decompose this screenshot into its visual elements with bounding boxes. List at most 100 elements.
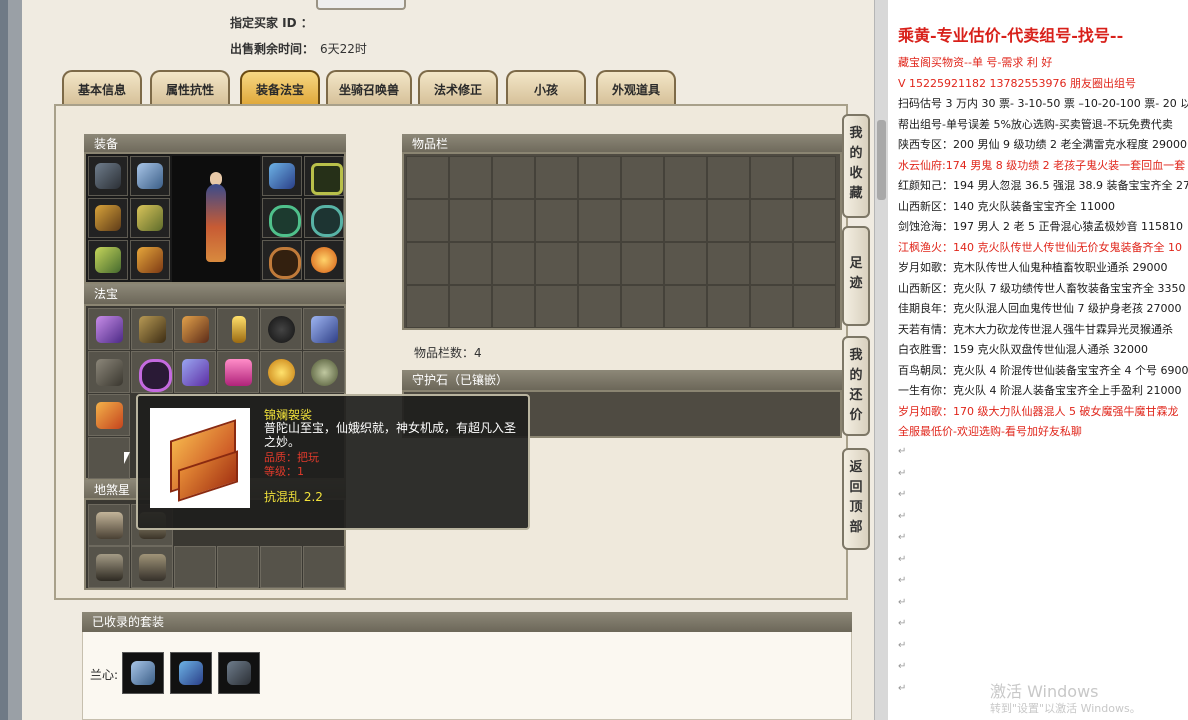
inventory-cell[interactable] [793, 156, 836, 199]
inventory-cell[interactable] [793, 199, 836, 242]
doc-title: 乘黄-专业估价-代卖组号-找号-- [898, 26, 1124, 45]
inventory-cell[interactable] [492, 242, 535, 285]
tab-appearance[interactable]: 外观道具 [596, 70, 676, 104]
item-stat: 抗混乱 2.2 [264, 490, 323, 504]
inventory-cell[interactable] [621, 156, 664, 199]
doc-line: 天若有情：克木大力砍龙传世混人强牛甘霖异光灵猴通杀 [898, 322, 1173, 336]
star-cell[interactable] [217, 546, 259, 588]
inventory-cell[interactable] [578, 199, 621, 242]
equip-slot-bracelet[interactable] [304, 198, 344, 238]
top-button-fragment[interactable] [316, 0, 406, 10]
equip-slot-claw[interactable] [130, 156, 170, 196]
inventory-cell[interactable] [750, 199, 793, 242]
inventory-cell[interactable] [535, 285, 578, 328]
inventory-cell[interactable] [621, 285, 664, 328]
star-cell[interactable] [303, 546, 345, 588]
set-item[interactable] [122, 652, 164, 694]
inventory-cell[interactable] [664, 156, 707, 199]
inventory-cell[interactable] [406, 242, 449, 285]
equip-slot-helmet[interactable] [262, 156, 302, 196]
inventory-cell[interactable] [449, 242, 492, 285]
inventory-cell[interactable] [535, 242, 578, 285]
fabao-cell[interactable] [174, 351, 216, 393]
inventory-cell[interactable] [492, 199, 535, 242]
fabao-cell[interactable] [217, 351, 259, 393]
equip-slot-robe[interactable] [130, 240, 170, 280]
side-nav-footprint[interactable]: 足迹 [842, 226, 870, 326]
inventory-cell[interactable] [707, 285, 750, 328]
side-nav-counter-offer[interactable]: 我的还价 [842, 336, 870, 436]
equip-slot-axe[interactable] [88, 198, 128, 238]
equip-slot-necklace[interactable] [304, 156, 344, 196]
inventory-cell[interactable] [449, 285, 492, 328]
inventory-cell[interactable] [492, 156, 535, 199]
inventory-cell[interactable] [793, 285, 836, 328]
page-scrollbar[interactable] [874, 0, 889, 720]
inventory-cell[interactable] [535, 199, 578, 242]
tab-child[interactable]: 小孩 [506, 70, 586, 104]
inventory-cell[interactable] [406, 285, 449, 328]
fabao-cell[interactable] [260, 351, 302, 393]
star-cell[interactable] [174, 546, 216, 588]
tab-mounts-pets[interactable]: 坐骑召唤兽 [326, 70, 412, 104]
fabao-cell[interactable] [88, 351, 130, 393]
fabao-cell[interactable] [303, 351, 345, 393]
inventory-cell[interactable] [535, 156, 578, 199]
equip-slot-ring[interactable] [262, 198, 302, 238]
inventory-cell[interactable] [578, 285, 621, 328]
inventory-cell[interactable] [492, 285, 535, 328]
time-left-label: 出售剩余时间： [230, 42, 315, 56]
inventory-cell[interactable] [449, 199, 492, 242]
star-cell[interactable] [88, 504, 130, 546]
inventory-cell[interactable] [664, 199, 707, 242]
fabao-cell[interactable] [303, 308, 345, 350]
fabao-cell[interactable] [131, 308, 173, 350]
inventory-cell[interactable] [449, 156, 492, 199]
set-item[interactable] [170, 652, 212, 694]
inventory-cell[interactable] [793, 242, 836, 285]
equip-slot-belt[interactable] [262, 240, 302, 280]
star-cell[interactable] [131, 546, 173, 588]
side-nav-favorites[interactable]: 我的收藏 [842, 114, 870, 218]
inventory-cell[interactable] [750, 285, 793, 328]
tab-attributes[interactable]: 属性抗性 [150, 70, 230, 104]
fabao-cell[interactable] [131, 351, 173, 393]
inventory-cell[interactable] [707, 242, 750, 285]
star-cell[interactable] [88, 546, 130, 588]
doc-line: 帮出组号-单号误差 5%放心选购-买卖管退-不玩免费代卖 [898, 117, 1173, 131]
fabao-cell[interactable] [88, 308, 130, 350]
equip-slot-staff[interactable] [88, 240, 128, 280]
equip-slot-weapon[interactable] [88, 156, 128, 196]
time-left-value: 6天22时 [320, 42, 367, 56]
equip-slot-armor[interactable] [130, 198, 170, 238]
inventory-cell[interactable] [664, 242, 707, 285]
inventory-cell[interactable] [621, 199, 664, 242]
inventory-cell[interactable] [578, 156, 621, 199]
inventory-cell[interactable] [406, 156, 449, 199]
inventory-cell[interactable] [578, 242, 621, 285]
scrollbar-thumb[interactable] [877, 120, 886, 200]
inventory-cell[interactable] [750, 242, 793, 285]
guard-stone-title: 守护石（已镶嵌） [402, 370, 842, 390]
fabao-cell[interactable] [217, 308, 259, 350]
equip-slot-charm[interactable] [304, 240, 344, 280]
inventory-cell[interactable] [621, 242, 664, 285]
inventory-cell[interactable] [750, 156, 793, 199]
fabao-cell[interactable] [174, 308, 216, 350]
tab-basic-info[interactable]: 基本信息 [62, 70, 142, 104]
inventory-cell[interactable] [664, 285, 707, 328]
inventory-cell[interactable] [406, 199, 449, 242]
fabao-cell[interactable] [260, 308, 302, 350]
inventory-cell[interactable] [707, 199, 750, 242]
set-item[interactable] [218, 652, 260, 694]
equipment-grid [84, 152, 346, 284]
tab-spell-correction[interactable]: 法术修正 [418, 70, 498, 104]
tab-equipment[interactable]: 装备法宝 [240, 70, 320, 104]
item-tooltip: 锦斓袈裟 普陀山至宝，仙娥织就，神女机成，有超凡入圣之妙。 品质：把玩 等级：1… [136, 394, 530, 530]
inventory-cell[interactable] [707, 156, 750, 199]
star-cell[interactable] [260, 546, 302, 588]
side-nav-back-to-top[interactable]: 返回顶部 [842, 448, 870, 550]
doc-line: 佳期良年：克火队混人回血鬼传世仙 7 级护身老孩 27000 [898, 302, 1182, 315]
inventory-grid [402, 152, 842, 330]
fabao-cell[interactable] [88, 394, 130, 436]
